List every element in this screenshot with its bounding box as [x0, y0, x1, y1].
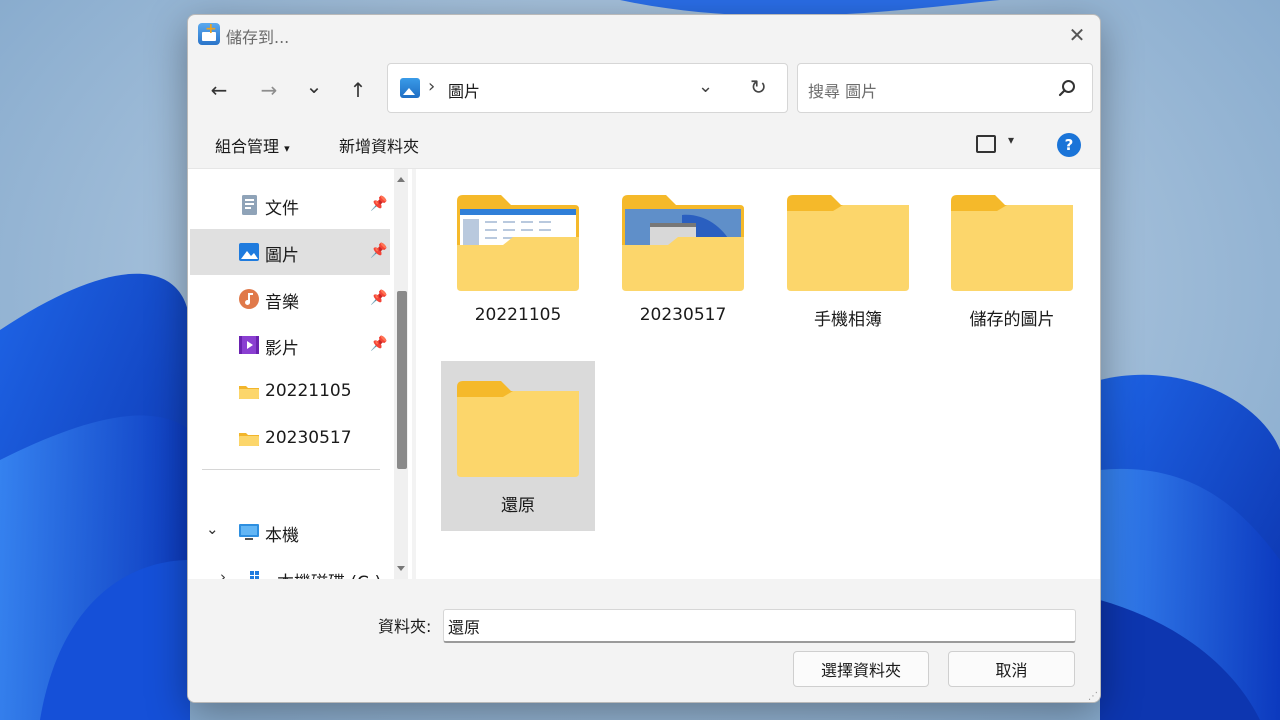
sidebar-item-music[interactable]: 音樂 📌: [190, 276, 390, 322]
folder-name: 還原: [501, 496, 535, 516]
sidebar-item-label: 影片: [265, 339, 299, 359]
folder-icon: [787, 195, 909, 291]
sidebar-item-label: 20221105: [265, 381, 352, 401]
document-icon: [242, 195, 257, 215]
organize-menu[interactable]: 組合管理 ▾: [215, 133, 290, 157]
organize-label: 組合管理: [215, 137, 280, 156]
folder-name: 手機相簿: [814, 310, 882, 330]
resize-grip-icon[interactable]: ⋰: [1088, 691, 1098, 702]
folder-name-input[interactable]: [443, 609, 1076, 643]
sidebar-item-label: 本機磁碟 (C:): [277, 568, 381, 579]
back-button[interactable]: ←: [204, 75, 234, 105]
sidebar-item-label: 文件: [265, 199, 299, 219]
new-folder-button[interactable]: 新增資料夾: [339, 133, 419, 157]
sidebar-item-folder-20221105[interactable]: 20221105: [190, 369, 390, 415]
address-bar[interactable]: › 圖片 ⌄ ↻: [387, 63, 788, 113]
search-icon[interactable]: [1058, 79, 1076, 97]
drive-icon: [250, 571, 259, 579]
folder-tile-20230517[interactable]: 20230517: [606, 175, 760, 345]
sidebar-item-folder-20230517[interactable]: 20230517: [190, 416, 390, 462]
sidebar-item-label: 20230517: [265, 428, 352, 448]
refresh-icon[interactable]: ↻: [750, 75, 767, 99]
pin-icon[interactable]: 📌: [370, 336, 387, 352]
recent-locations-button[interactable]: ⌄: [299, 71, 329, 101]
search-box[interactable]: 搜尋 圖片: [797, 63, 1093, 113]
breadcrumb-pictures[interactable]: 圖片: [448, 78, 480, 102]
sidebar-item-documents[interactable]: 文件 📌: [190, 182, 390, 228]
folder-icon: [622, 195, 744, 291]
videos-icon: [239, 336, 259, 354]
folder-tile-20221105[interactable]: 20221105: [441, 175, 595, 345]
folder-name: 20230517: [639, 305, 727, 325]
address-dropdown-icon[interactable]: ⌄: [698, 76, 713, 97]
folder-name: 儲存的圖片: [969, 310, 1055, 330]
sidebar-item-drive-c[interactable]: › 本機磁碟 (C:): [190, 556, 390, 579]
scroll-down-icon[interactable]: [397, 566, 405, 571]
folder-icon: [951, 195, 1073, 291]
sidebar-item-label: 本機: [265, 526, 299, 546]
view-dropdown-icon[interactable]: ▾: [1008, 133, 1014, 147]
cancel-button[interactable]: 取消: [948, 651, 1075, 687]
close-button[interactable]: ✕: [1054, 15, 1100, 55]
up-button[interactable]: ↑: [343, 75, 373, 105]
music-icon: [239, 289, 259, 309]
folder-tile-saved-pictures[interactable]: 儲存的圖片: [935, 175, 1089, 345]
select-folder-button[interactable]: 選擇資料夾: [793, 651, 929, 687]
title-bar: 儲存到... ✕: [188, 15, 1100, 55]
chevron-down-icon[interactable]: ⌄: [206, 520, 219, 538]
folder-icon: [457, 195, 579, 291]
folder-tile-restore[interactable]: 還原: [441, 361, 595, 531]
dialog-footer: 資料夾: 選擇資料夾 取消 ⋰: [188, 579, 1100, 702]
computer-icon: [239, 524, 259, 540]
scroll-up-icon[interactable]: [397, 177, 405, 182]
sidebar-item-label: 音樂: [265, 293, 299, 313]
folder-icon: [239, 433, 259, 446]
sidebar-item-this-pc[interactable]: ⌄ 本機: [190, 509, 390, 555]
folder-icon: [239, 386, 259, 399]
help-icon[interactable]: ?: [1057, 133, 1081, 157]
folder-icon: [457, 381, 579, 477]
folder-tile-phone-album[interactable]: 手機相簿: [771, 175, 925, 345]
navigation-pane: 文件 📌 圖片 📌 音樂 📌 影片 📌 20221105 20230517 ⌄ …: [188, 169, 412, 579]
scrollbar-thumb[interactable]: [397, 291, 407, 469]
folder-name: 20221105: [474, 305, 562, 325]
chevron-right-icon[interactable]: ›: [220, 568, 226, 579]
sidebar-item-label: 圖片: [265, 246, 299, 266]
view-layout-icon[interactable]: [976, 135, 996, 153]
file-list: 20221105 20230517 手機相簿 儲存的圖片 還原: [416, 169, 1100, 579]
pin-icon[interactable]: 📌: [370, 243, 387, 259]
pictures-icon: [239, 243, 259, 261]
forward-button[interactable]: →: [254, 75, 284, 105]
window-title: 儲存到...: [226, 28, 290, 47]
pin-icon[interactable]: 📌: [370, 290, 387, 306]
breadcrumb-chevron-icon[interactable]: ›: [428, 76, 435, 97]
pictures-icon: [400, 78, 420, 98]
organize-dropdown-icon: ▾: [284, 142, 290, 155]
navigation-bar: ← → ⌄ ↑ › 圖片 ⌄ ↻ 搜尋 圖片: [188, 55, 1100, 121]
sidebar-divider: [202, 469, 380, 470]
sidebar-item-pictures[interactable]: 圖片 📌: [190, 229, 390, 275]
sidebar-item-videos[interactable]: 影片 📌: [190, 322, 390, 368]
pin-icon[interactable]: 📌: [370, 196, 387, 212]
save-to-dialog: 儲存到... ✕ ← → ⌄ ↑ › 圖片 ⌄ ↻ 搜尋 圖片 組合管理 ▾ 新…: [187, 14, 1101, 703]
folder-field-label: 資料夾:: [378, 617, 432, 636]
search-placeholder[interactable]: 搜尋 圖片: [808, 78, 877, 102]
sidebar-scrollbar[interactable]: [394, 169, 408, 579]
app-icon: [198, 21, 220, 45]
command-bar: 組合管理 ▾ 新增資料夾 ▾: [188, 121, 1100, 169]
